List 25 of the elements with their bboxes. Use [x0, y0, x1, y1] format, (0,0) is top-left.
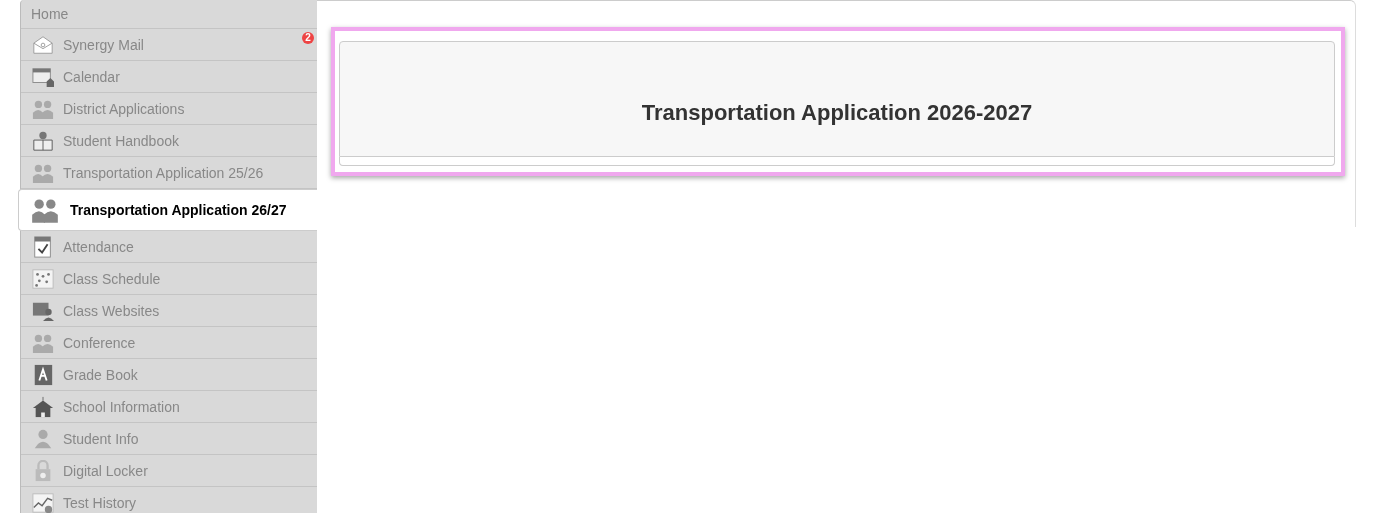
sidebar-item[interactable]: Synergy Mail 2: [21, 29, 317, 61]
unread-count-badge: 2: [302, 32, 314, 44]
sidebar-item[interactable]: Digital Locker: [21, 455, 317, 487]
calendar-icon: [32, 65, 54, 88]
sidebar-header[interactable]: Home: [21, 0, 317, 29]
sidebar-item[interactable]: Student Info: [21, 423, 317, 455]
checklist-icon: [32, 235, 54, 258]
sidebar-item[interactable]: Class Websites: [21, 295, 317, 327]
sidebar-item[interactable]: Conference: [21, 327, 317, 359]
sidebar-item[interactable]: School Information: [21, 391, 317, 423]
sidebar-item[interactable]: District Applications: [21, 93, 317, 125]
person-icon: [32, 427, 54, 450]
page-title: Transportation Application 2026-2027: [641, 100, 1033, 126]
sidebar-item[interactable]: Attendance: [21, 231, 317, 263]
sidebar-item[interactable]: Class Schedule: [21, 263, 317, 295]
sidebar-item[interactable]: Grade Book: [21, 359, 317, 391]
book-icon: [32, 129, 54, 152]
sidebar-item[interactable]: Transportation Application 26/27: [18, 189, 317, 231]
sidebar-item[interactable]: Calendar: [21, 61, 317, 93]
grade-book-icon: [32, 363, 54, 386]
sidebar-item[interactable]: Test History: [21, 487, 317, 513]
school-house-icon: [32, 395, 54, 418]
dots-grid-icon: [32, 267, 54, 290]
envelope-icon: [32, 33, 54, 56]
sidebar-item[interactable]: Student Handbook: [21, 125, 317, 157]
